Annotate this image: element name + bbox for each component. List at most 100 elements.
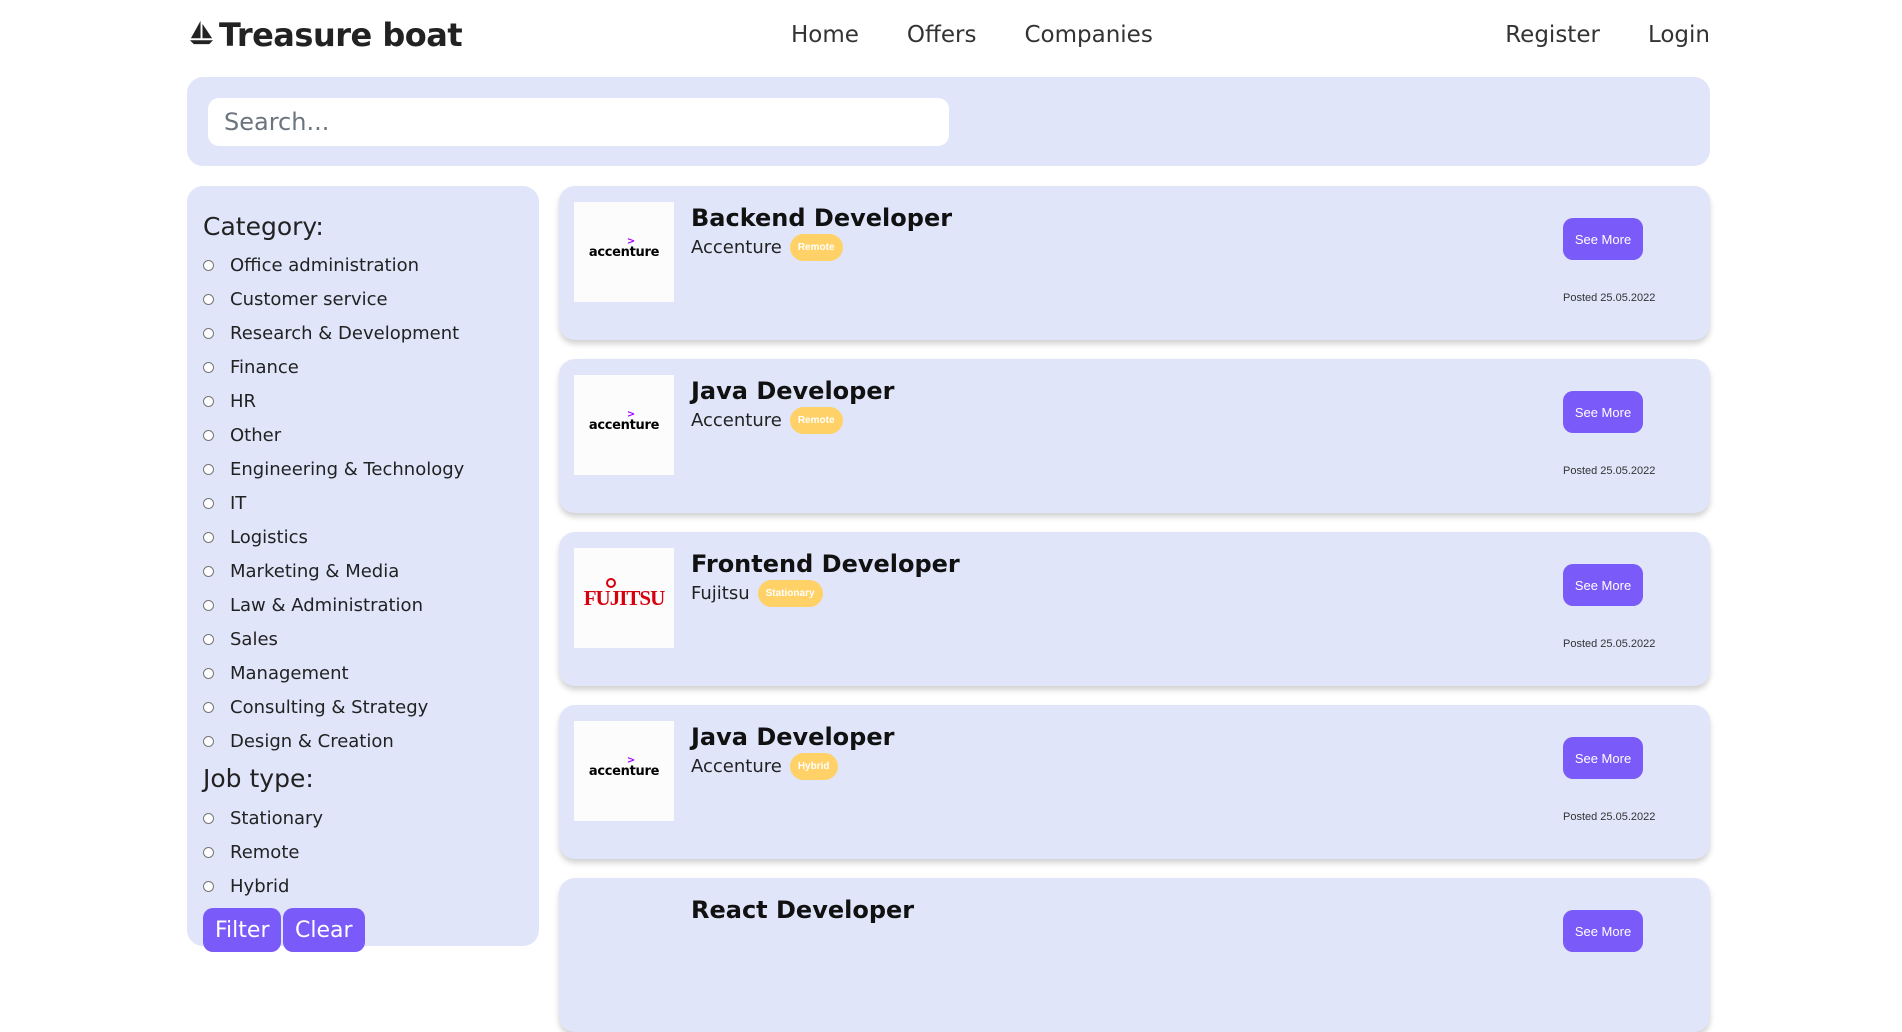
job-type-badge: Remote bbox=[789, 407, 843, 434]
radio-button[interactable] bbox=[203, 667, 214, 679]
option-label: Stationary bbox=[230, 807, 324, 829]
accenture-logo: > accenture bbox=[588, 235, 660, 260]
jobtype-title: Job type: bbox=[203, 764, 314, 793]
nav-home-link[interactable]: Home bbox=[791, 22, 859, 48]
posted-date: Posted 25.05.2022 bbox=[1563, 292, 1656, 304]
option-label: HR bbox=[230, 390, 257, 412]
radio-button[interactable] bbox=[203, 735, 214, 747]
accenture-logo: > accenture bbox=[588, 754, 660, 779]
job-type-badge: Hybrid bbox=[789, 753, 838, 780]
category-option[interactable]: Logistics bbox=[203, 525, 308, 549]
filter-button[interactable]: Filter bbox=[203, 908, 282, 952]
job-title[interactable]: Java Developer bbox=[691, 377, 894, 405]
company-logo: > accenture bbox=[574, 202, 674, 302]
navbar: Treasure boat Home Offers Companies Regi… bbox=[0, 0, 1902, 76]
jobtype-option[interactable]: Hybrid bbox=[203, 874, 289, 898]
see-more-button[interactable]: See More bbox=[1563, 391, 1643, 433]
radio-button[interactable] bbox=[203, 429, 214, 441]
register-link[interactable]: Register bbox=[1505, 22, 1600, 48]
job-title[interactable]: Java Developer bbox=[691, 723, 894, 751]
option-label: Logistics bbox=[230, 526, 308, 548]
clear-button[interactable]: Clear bbox=[283, 908, 365, 952]
company-line: Fujitsu Stationary bbox=[691, 580, 823, 607]
option-label: Engineering & Technology bbox=[230, 458, 465, 480]
radio-button[interactable] bbox=[203, 565, 214, 577]
see-more-button[interactable]: See More bbox=[1563, 564, 1643, 606]
option-label: Remote bbox=[230, 841, 300, 863]
radio-button[interactable] bbox=[203, 327, 214, 339]
option-label: Marketing & Media bbox=[230, 560, 400, 582]
radio-button[interactable] bbox=[203, 293, 214, 305]
jobtype-option[interactable]: Remote bbox=[203, 840, 299, 864]
radio-button[interactable] bbox=[203, 259, 214, 271]
offer-card[interactable]: > accenture Java Developer Accenture Remo… bbox=[559, 359, 1710, 513]
see-more-button[interactable]: See More bbox=[1563, 910, 1643, 952]
brand[interactable]: Treasure boat bbox=[188, 16, 463, 54]
option-label: Sales bbox=[230, 628, 278, 650]
see-more-button[interactable]: See More bbox=[1563, 737, 1643, 779]
option-label: Consulting & Strategy bbox=[230, 696, 429, 718]
option-label: Hybrid bbox=[230, 875, 290, 897]
nav-companies-link[interactable]: Companies bbox=[1024, 22, 1152, 48]
category-option[interactable]: Finance bbox=[203, 355, 299, 379]
radio-button[interactable] bbox=[203, 701, 214, 713]
company-line: Accenture Hybrid bbox=[691, 753, 838, 780]
category-option[interactable]: Management bbox=[203, 661, 349, 685]
category-option[interactable]: Sales bbox=[203, 627, 278, 651]
job-title[interactable]: Frontend Developer bbox=[691, 550, 960, 578]
company-logo: > accenture bbox=[574, 375, 674, 475]
accenture-logo: > accenture bbox=[588, 408, 660, 433]
category-option[interactable]: Customer service bbox=[203, 287, 388, 311]
radio-button[interactable] bbox=[203, 880, 214, 892]
radio-button[interactable] bbox=[203, 599, 214, 611]
option-label: Management bbox=[230, 662, 349, 684]
radio-button[interactable] bbox=[203, 497, 214, 509]
offer-card[interactable]: > accenture Backend Developer Accenture R… bbox=[559, 186, 1710, 340]
posted-date: Posted 25.05.2022 bbox=[1563, 465, 1656, 477]
radio-button[interactable] bbox=[203, 633, 214, 645]
offer-card[interactable]: React Developer See More bbox=[559, 878, 1710, 1032]
category-option[interactable]: HR bbox=[203, 389, 256, 413]
category-option[interactable]: Office administration bbox=[203, 253, 419, 277]
see-more-button[interactable]: See More bbox=[1563, 218, 1643, 260]
radio-button[interactable] bbox=[203, 812, 214, 824]
radio-button[interactable] bbox=[203, 846, 214, 858]
company-logo: > accenture bbox=[574, 721, 674, 821]
category-title: Category: bbox=[203, 212, 324, 241]
category-option[interactable]: IT bbox=[203, 491, 246, 515]
company-name: Accenture bbox=[691, 410, 782, 431]
radio-button[interactable] bbox=[203, 463, 214, 475]
radio-button[interactable] bbox=[203, 395, 214, 407]
nav-offers-link[interactable]: Offers bbox=[907, 22, 977, 48]
company-name: Accenture bbox=[691, 756, 782, 777]
company-logo: FUJITSU bbox=[574, 548, 674, 648]
job-type-badge: Remote bbox=[789, 234, 843, 261]
jobtype-option[interactable]: Stationary bbox=[203, 806, 323, 830]
option-label: Customer service bbox=[230, 288, 388, 310]
option-label: Design & Creation bbox=[230, 730, 394, 752]
category-option[interactable]: Research & Development bbox=[203, 321, 459, 345]
category-option[interactable]: Consulting & Strategy bbox=[203, 695, 428, 719]
option-label: Law & Administration bbox=[230, 594, 423, 616]
category-option[interactable]: Other bbox=[203, 423, 281, 447]
option-label: IT bbox=[230, 492, 247, 514]
job-title[interactable]: Backend Developer bbox=[691, 204, 952, 232]
filter-sidebar: Category: Office administration Customer… bbox=[187, 186, 539, 952]
offer-card[interactable]: FUJITSU Frontend Developer Fujitsu Stati… bbox=[559, 532, 1710, 686]
search-input[interactable] bbox=[208, 98, 949, 146]
radio-button[interactable] bbox=[203, 361, 214, 373]
option-label: Office administration bbox=[230, 254, 420, 276]
login-link[interactable]: Login bbox=[1648, 22, 1710, 48]
category-option[interactable]: Design & Creation bbox=[203, 729, 394, 753]
job-title[interactable]: React Developer bbox=[691, 896, 914, 924]
category-option[interactable]: Marketing & Media bbox=[203, 559, 399, 583]
company-name: Fujitsu bbox=[691, 583, 750, 604]
company-name: Accenture bbox=[691, 237, 782, 258]
job-type-badge: Stationary bbox=[757, 580, 823, 607]
brand-name: Treasure boat bbox=[219, 16, 463, 54]
offer-card[interactable]: > accenture Java Developer Accenture Hybr… bbox=[559, 705, 1710, 859]
category-option[interactable]: Law & Administration bbox=[203, 593, 423, 617]
company-line: Accenture Remote bbox=[691, 407, 843, 434]
category-option[interactable]: Engineering & Technology bbox=[203, 457, 464, 481]
radio-button[interactable] bbox=[203, 531, 214, 543]
